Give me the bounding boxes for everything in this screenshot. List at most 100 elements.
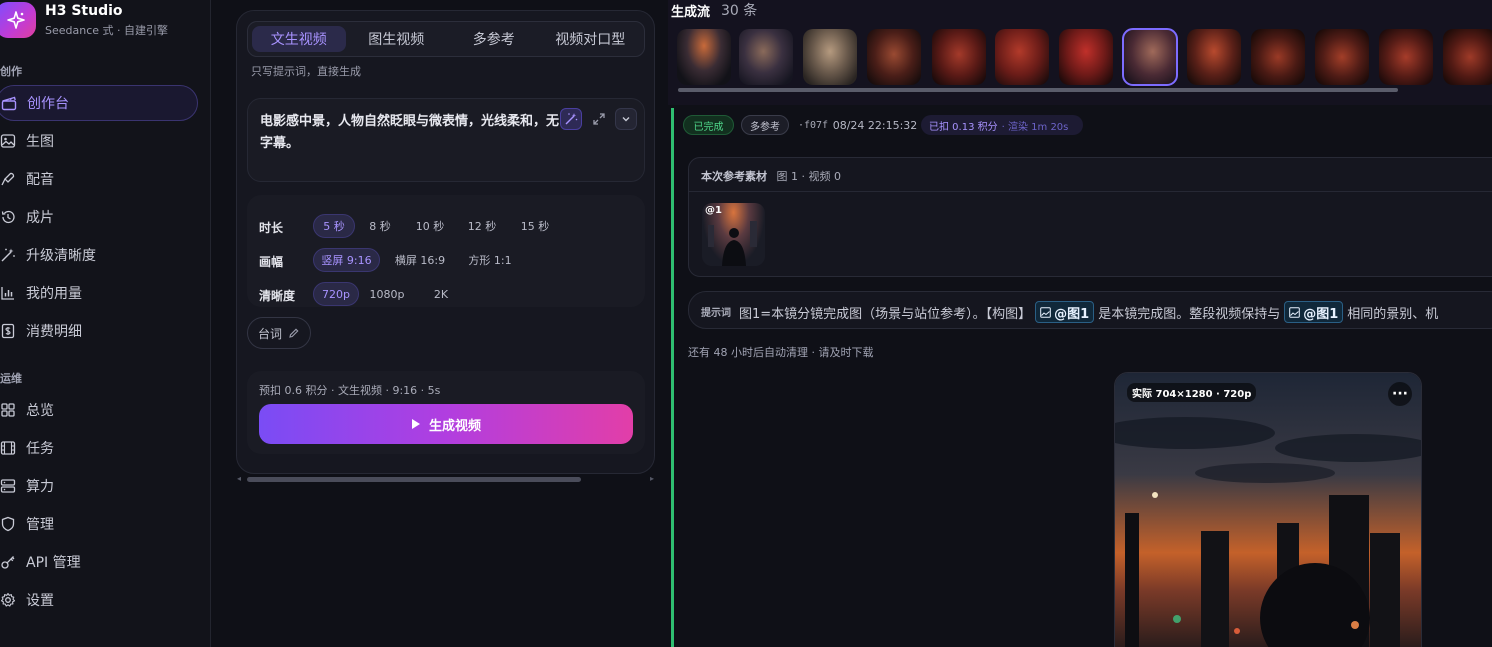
sidebar-item-finished[interactable]: 成片 (0, 199, 198, 235)
chip-label: @图1 (1054, 306, 1090, 322)
duration-option-12s[interactable]: 12 秒 (459, 214, 505, 238)
prompt-part: 相同的景别、机 (1347, 306, 1439, 322)
prompt-text[interactable]: 电影感中景，人物自然眨眼与微表情，光线柔和，无 字幕。 (260, 111, 560, 155)
thumbnail-item[interactable] (995, 29, 1049, 85)
thumbnail-item[interactable] (1059, 29, 1113, 85)
key-icon (1, 556, 15, 569)
ratio-option-9-16[interactable]: 竖屏 9:16 (313, 248, 380, 272)
server-icon (0, 479, 16, 493)
sidebar-item-label: 设置 (26, 593, 54, 609)
thumbnail-item[interactable] (1251, 29, 1305, 85)
generate-video-button[interactable]: 生成视频 (259, 404, 633, 444)
prompt-card: 提示词 图1=本镜分镜完成图（场景与站位参考）。【构图】 @图1 是本镜完成图。… (688, 291, 1492, 329)
sidebar-item-label: 成片 (26, 210, 54, 226)
grid-icon (1, 403, 15, 417)
sidebar-item-overview[interactable]: 总览 (0, 392, 198, 428)
prompt-part: 是本镜完成图。整段视频保持与 (1098, 306, 1281, 322)
thumbnail-item-selected[interactable] (1122, 28, 1178, 86)
quality-option-720p[interactable]: 720p (313, 282, 359, 306)
chip-label: @图1 (1303, 306, 1339, 322)
duration-option-15s[interactable]: 15 秒 (512, 214, 558, 238)
tab-multi-reference[interactable]: 多参考 (447, 26, 541, 52)
flow-title: 生成流 (671, 5, 711, 20)
thumbnail-item[interactable] (1443, 29, 1492, 85)
sidebar-item-usage[interactable]: 我的用量 (0, 275, 198, 311)
duration-label: 时长 (259, 221, 284, 235)
thumbnail-scrollbar[interactable] (678, 88, 1398, 92)
magic-wand-icon[interactable] (560, 108, 582, 130)
image-reference-chip[interactable]: @图1 (1284, 301, 1344, 323)
sidebar-item-voice[interactable]: 配音 (0, 161, 198, 197)
sidebar-item-billing[interactable]: 消费明细 (0, 313, 198, 349)
film-icon (0, 441, 16, 455)
reference-header: 本次参考素材 图 1 · 视频 0 (701, 168, 841, 184)
sidebar-item-label: 总览 (26, 403, 54, 419)
thumbnail-item[interactable] (1315, 29, 1369, 85)
expand-icon[interactable] (588, 108, 610, 130)
lines-button[interactable]: 台词 (247, 317, 311, 349)
tab-image-to-video[interactable]: 图生视频 (346, 26, 447, 52)
sidebar-item-tasks[interactable]: 任务 (0, 430, 198, 466)
thumbnail-item[interactable] (1379, 29, 1433, 85)
quality-option-2k[interactable]: 2K (423, 282, 459, 306)
section-label-ops: 运维 (0, 372, 22, 385)
charge-text: 已扣 0.13 积分 (929, 121, 998, 133)
composer-panel: 文生视频 图生视频 多参考 视频对口型 只写提示词，直接生成 电影感中景，人物自… (236, 10, 655, 474)
options-panel: 时长 5 秒 8 秒 10 秒 12 秒 15 秒 画幅 竖屏 9:16 横屏 … (247, 195, 645, 307)
tab-text-to-video[interactable]: 文生视频 (252, 26, 346, 52)
image-reference-chip[interactable]: @图1 (1035, 301, 1095, 323)
chevron-down-icon[interactable] (615, 108, 637, 130)
thumbnail-item[interactable] (803, 29, 857, 85)
video-resolution-tag: 实际 704×1280 · 720p (1127, 383, 1257, 402)
job-id: ·f07f (797, 119, 829, 131)
scroll-right-icon[interactable]: ▸ (650, 474, 654, 483)
mode-badge: 多参考 (741, 115, 789, 135)
quality-option-1080p[interactable]: 1080p (365, 282, 409, 306)
scrollbar-thumb[interactable] (247, 477, 581, 482)
tab-lip-sync[interactable]: 视频对口型 (541, 26, 640, 52)
sidebar-item-compute[interactable]: 算力 (0, 468, 198, 504)
ratio-label: 画幅 (259, 255, 284, 269)
quality-label: 清晰度 (259, 289, 296, 303)
prompt-input[interactable]: 电影感中景，人物自然眨眼与微表情，光线柔和，无 字幕。 (247, 98, 645, 182)
sidebar-item-settings[interactable]: 设置 (0, 582, 198, 618)
brand-name: H3 Studio (45, 3, 123, 19)
sidebar-item-label: API 管理 (26, 555, 81, 571)
sidebar-item-studio[interactable]: 创作台 (0, 85, 198, 121)
sidebar-item-label: 升级清晰度 (26, 248, 96, 264)
sidebar-item-api[interactable]: API 管理 (0, 544, 198, 580)
clapper-icon (1, 96, 17, 111)
sidebar-item-label: 管理 (26, 517, 54, 533)
video-frame (1115, 373, 1421, 647)
thumbnail-item[interactable] (932, 29, 986, 85)
composer-hint: 只写提示词，直接生成 (251, 65, 361, 78)
brand-subtitle: Seedance 式 · 自建引擎 (45, 24, 169, 37)
duration-option-8s[interactable]: 8 秒 (359, 214, 401, 238)
job-time: 08/24 22:15:32 (832, 118, 918, 132)
sidebar-item-label: 任务 (26, 441, 54, 457)
thumbnail-item[interactable] (867, 29, 921, 85)
duration-option-10s[interactable]: 10 秒 (407, 214, 453, 238)
cleanup-notice: 还有 48 小时后自动清理 · 请及时下载 (688, 346, 874, 359)
shield-icon (1, 516, 15, 532)
video-result[interactable]: 实际 704×1280 · 720p ··· (1114, 372, 1422, 647)
reference-card: 本次参考素材 图 1 · 视频 0 @1 (688, 157, 1492, 277)
thumbnail-item[interactable] (677, 29, 731, 85)
sidebar-item-upscale[interactable]: 升级清晰度 (0, 237, 198, 273)
ratio-option-1-1[interactable]: 方形 1:1 (459, 248, 521, 272)
sidebar-item-admin[interactable]: 管理 (0, 506, 198, 542)
sidebar-item-image[interactable]: 生图 (0, 123, 198, 159)
play-icon (411, 419, 420, 429)
generate-label: 生成视频 (428, 418, 481, 434)
gear-icon (0, 592, 16, 607)
reference-thumbnail[interactable]: @1 (702, 203, 765, 266)
thumbnail-item[interactable] (1187, 29, 1241, 85)
sidebar-item-label: 消费明细 (26, 324, 82, 340)
ratio-option-16-9[interactable]: 横屏 16:9 (387, 248, 453, 272)
more-options-icon[interactable]: ··· (1388, 382, 1412, 406)
thumbnail-item[interactable] (739, 29, 793, 85)
cost-estimate: 预扣 0.6 积分 · 文生视频 · 9:16 · 5s (259, 384, 441, 397)
duration-option-5s[interactable]: 5 秒 (313, 214, 355, 238)
scroll-left-icon[interactable]: ◂ (237, 474, 241, 483)
composer-scrollbar[interactable]: ◂ ▸ (236, 474, 655, 484)
